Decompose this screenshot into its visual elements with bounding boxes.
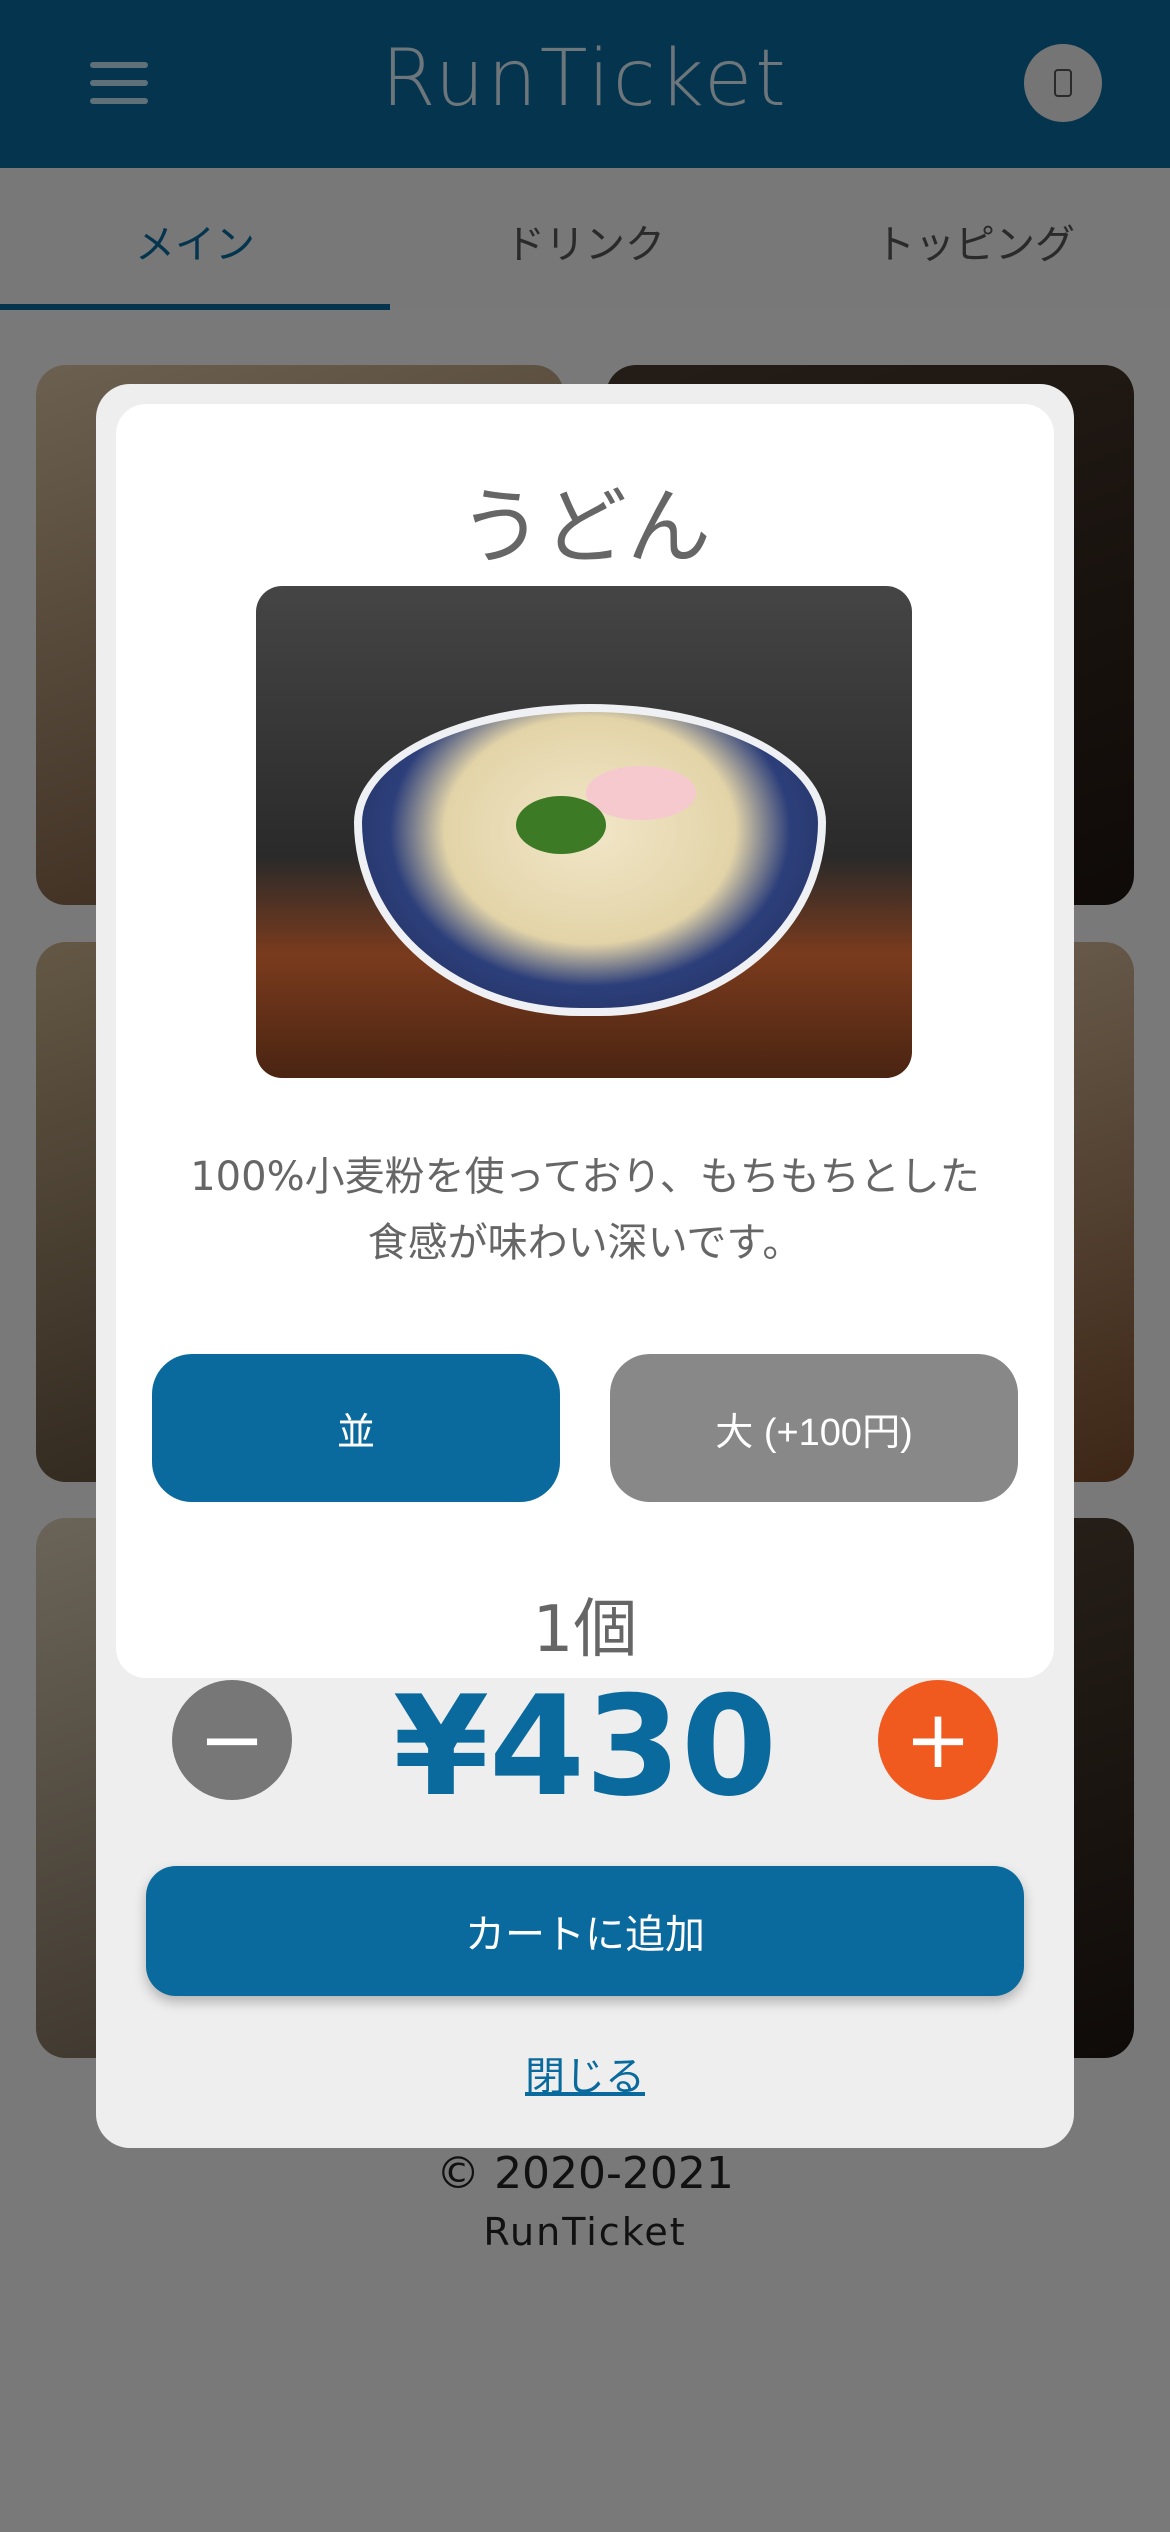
product-description: 100%小麦粉を使っており、もちもちとした食感が味わい深いです。 [190, 1154, 980, 1266]
product-image [256, 586, 912, 1078]
app-screen: RunTicket メイン ドリンク トッピング © 2020-2021 Run… [0, 0, 1170, 2532]
green-onion-illustration [516, 796, 606, 854]
size-large-button[interactable]: 大 (+100円) [610, 1354, 1018, 1502]
close-link[interactable]: 閉じる [96, 2044, 1074, 2102]
kamaboko-illustration [586, 766, 696, 820]
size-regular-button[interactable]: 並 [152, 1354, 560, 1502]
increase-quantity-button[interactable]: + [878, 1680, 998, 1800]
udon-bowl-illustration [354, 704, 826, 1016]
product-modal: うどん 100%小麦粉を使っており、もちもちとした食感が味わい深いです。 並 大… [96, 384, 1074, 2148]
quantity-label: 1個 [532, 1593, 638, 1667]
product-title: うどん [458, 478, 711, 576]
add-to-cart-button[interactable]: カートに追加 [146, 1866, 1024, 1996]
size-selector: 並 大 (+100円) [116, 1316, 1054, 1532]
